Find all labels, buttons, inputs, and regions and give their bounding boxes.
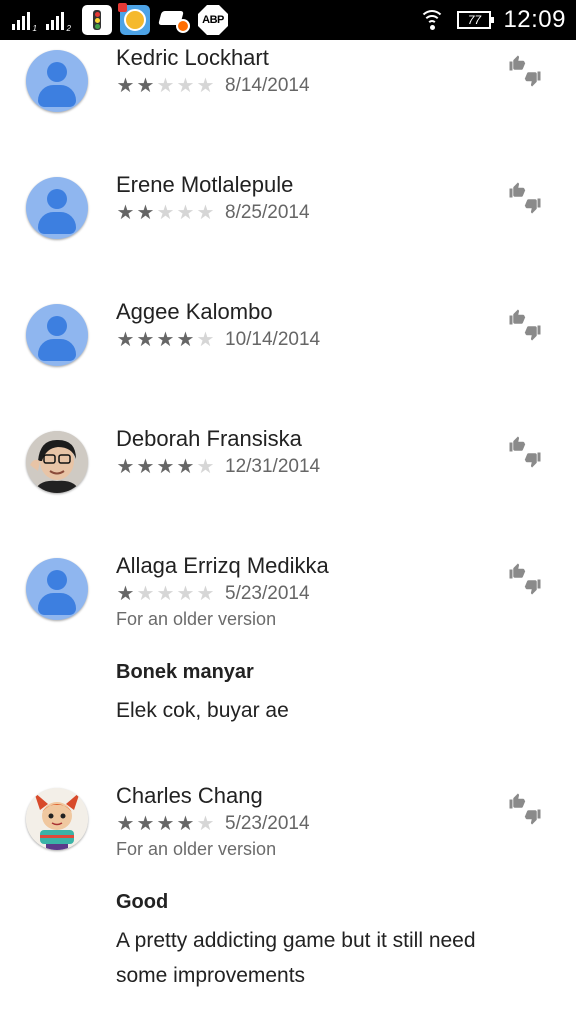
review-title: Bonek manyar [116,661,254,683]
review-item: Allaga Errizq Medikka ★ ★ ★ ★ ★ 5/23/2014 Fo… [0,552,576,728]
star-icon: ★ [116,75,135,97]
rating-stars: ★ ★ ★ ★ ★ [116,814,215,834]
thumbs-down-icon[interactable] [524,808,542,826]
star-icon: ★ [136,583,155,605]
star-icon: ★ [196,813,215,835]
review-body: A pretty addicting game but it still nee… [116,929,476,987]
game-notification-icon [118,3,150,35]
review-item: Aggee Kalombo ★ ★ ★ ★ ★ 10/14/2014 [0,298,576,366]
signal-sim2-icon: 2 [46,10,71,33]
helpfulness-buttons[interactable] [508,792,542,826]
helpfulness-buttons[interactable] [508,562,542,596]
rating-stars: ★ ★ ★ ★ ★ [116,330,215,350]
thumbs-down-icon[interactable] [524,578,542,596]
rating-stars: ★ ★ ★ ★ ★ [116,584,215,604]
battery-icon: 77 [457,11,495,29]
avatar[interactable] [26,50,88,112]
star-icon: ★ [196,329,215,351]
signal-sim1-icon: 1 [12,10,37,33]
star-icon: ★ [136,813,155,835]
star-icon: ★ [156,456,175,478]
star-icon: ★ [136,75,155,97]
thumbs-down-icon[interactable] [524,451,542,469]
star-icon: ★ [116,813,135,835]
star-icon: ★ [116,329,135,351]
star-icon: ★ [176,202,195,224]
review-date: 5/23/2014 [225,813,310,834]
star-icon: ★ [136,329,155,351]
reviewer-name: Charles Chang [116,783,263,808]
star-icon: ★ [136,202,155,224]
thumbs-down-icon[interactable] [524,197,542,215]
status-bar: 1 2 ABP 77 12:09 [0,0,576,40]
sim1-label: 1 [32,24,37,33]
traffic-light-icon [82,5,112,35]
reviewer-name: Kedric Lockhart [116,45,269,70]
star-icon: ★ [176,456,195,478]
star-icon: ★ [196,202,215,224]
helpfulness-buttons[interactable] [508,54,542,88]
avatar[interactable] [26,431,88,493]
avatar[interactable] [26,558,88,620]
star-icon: ★ [156,75,175,97]
version-note: For an older version [116,839,277,859]
sim2-label: 2 [66,24,71,33]
star-icon: ★ [156,329,175,351]
review-date: 5/23/2014 [225,583,310,604]
avatar[interactable] [26,304,88,366]
star-icon: ★ [176,813,195,835]
helpfulness-buttons[interactable] [508,181,542,215]
star-icon: ★ [156,202,175,224]
star-icon: ★ [116,583,135,605]
helpfulness-buttons[interactable] [508,308,542,342]
star-icon: ★ [176,75,195,97]
adblock-plus-icon: ABP [198,5,228,35]
star-icon: ★ [136,456,155,478]
star-icon: ★ [116,456,135,478]
review-date: 10/14/2014 [225,329,321,350]
review-date: 12/31/2014 [225,456,321,477]
reviewer-name: Allaga Errizq Medikka [116,553,329,578]
star-icon: ★ [176,329,195,351]
star-icon: ★ [196,75,215,97]
star-icon: ★ [156,813,175,835]
user-photo-icon [26,788,88,850]
version-note: For an older version [116,609,277,629]
star-icon: ★ [196,583,215,605]
rating-stars: ★ ★ ★ ★ ★ [116,457,215,477]
star-icon: ★ [176,583,195,605]
review-item: Deborah Fransiska ★ ★ ★ ★ ★ 12/31/2014 [0,425,576,493]
reviewer-name: Aggee Kalombo [116,299,273,324]
review-item: Erene Motlalepule ★ ★ ★ ★ ★ 8/25/2014 [0,171,576,239]
rating-stars: ★ ★ ★ ★ ★ [116,76,215,96]
reviewer-name: Deborah Fransiska [116,426,302,451]
review-item: Kedric Lockhart ★ ★ ★ ★ ★ 8/14/2014 [0,44,576,112]
helpfulness-buttons[interactable] [508,435,542,469]
avatar[interactable] [26,788,88,850]
review-body: Elek cok, buyar ae [116,699,289,722]
star-icon: ★ [196,456,215,478]
avatar[interactable] [26,177,88,239]
reviewer-name: Erene Motlalepule [116,172,294,197]
review-title: Good [116,891,169,913]
thumbs-down-icon[interactable] [524,324,542,342]
star-icon: ★ [116,202,135,224]
review-date: 8/14/2014 [225,75,310,96]
cat-app-icon [158,5,190,35]
user-photo-icon [26,431,88,493]
wifi-icon [419,10,446,30]
thumbs-down-icon[interactable] [524,70,542,88]
clock: 12:09 [503,6,566,33]
rating-stars: ★ ★ ★ ★ ★ [116,203,215,223]
star-icon: ★ [156,583,175,605]
review-date: 8/25/2014 [225,202,310,223]
review-item: Charles Chang ★ ★ ★ ★ ★ 5/23/2014 For an old… [0,782,576,993]
